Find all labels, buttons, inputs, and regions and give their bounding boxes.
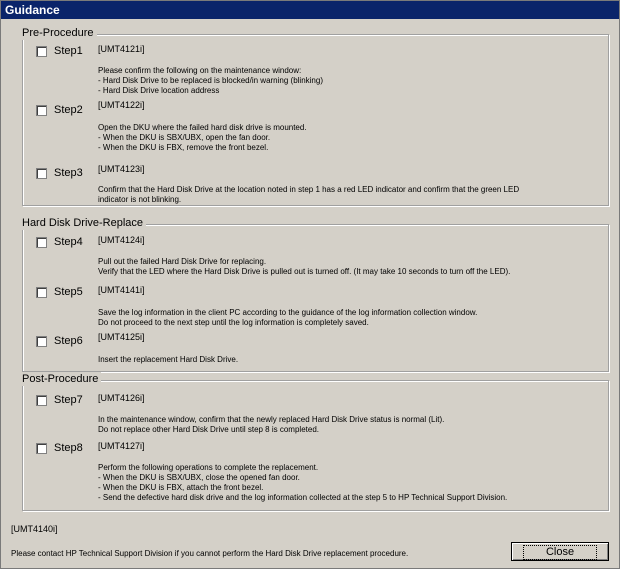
step1-line3: - Hard Disk Drive location address bbox=[98, 86, 220, 95]
step5-line2: Do not proceed to the next step until th… bbox=[98, 318, 369, 327]
step8-line3: - When the DKU is FBX, attach the front … bbox=[98, 483, 264, 492]
step7-label: Step7 bbox=[54, 394, 83, 406]
step6-code: [UMT4125i] bbox=[98, 332, 145, 342]
window-title: Guidance bbox=[1, 1, 619, 19]
step1-code: [UMT4121i] bbox=[98, 44, 145, 54]
step2-code: [UMT4122i] bbox=[98, 100, 145, 110]
step1-label: Step1 bbox=[54, 45, 83, 57]
step2-line1: Open the DKU where the failed hard disk … bbox=[98, 123, 307, 132]
step6-line1: Insert the replacement Hard Disk Drive. bbox=[98, 355, 239, 364]
step7-checkbox[interactable] bbox=[36, 395, 47, 406]
step8-code: [UMT4127i] bbox=[98, 441, 145, 451]
step1-line1: Please confirm the following on the main… bbox=[98, 66, 302, 75]
step3-code: [UMT4123i] bbox=[98, 164, 145, 174]
step3-label: Step3 bbox=[54, 167, 83, 179]
group-pre-procedure: Pre-Procedure Step1 [UMT4121i] Please co… bbox=[22, 26, 609, 206]
step4-label: Step4 bbox=[54, 236, 83, 248]
group-hard-disk-drive-replace: Hard Disk Drive-Replace Step4 [UMT4124i]… bbox=[22, 216, 609, 372]
step7-code: [UMT4126i] bbox=[98, 393, 145, 403]
step7-line1: In the maintenance window, confirm that … bbox=[98, 415, 445, 424]
group-post-procedure: Post-Procedure Step7 [UMT4126i] In the m… bbox=[22, 372, 609, 511]
guidance-window: Guidance Pre-Procedure Step1 [UMT4121i] … bbox=[0, 0, 620, 569]
step4-checkbox[interactable] bbox=[36, 237, 47, 248]
step2-line3: - When the DKU is FBX, remove the front … bbox=[98, 143, 269, 152]
step1-line2: - Hard Disk Drive to be replaced is bloc… bbox=[98, 76, 323, 85]
close-button[interactable]: Close bbox=[511, 542, 609, 561]
step8-checkbox[interactable] bbox=[36, 443, 47, 454]
step5-label: Step5 bbox=[54, 286, 83, 298]
step1-checkbox[interactable] bbox=[36, 46, 47, 57]
step2-label: Step2 bbox=[54, 104, 83, 116]
step4-line2: Verify that the LED where the Hard Disk … bbox=[98, 267, 511, 276]
footer-code: [UMT4140i] bbox=[11, 524, 58, 534]
close-button-label: Close bbox=[522, 545, 598, 560]
step2-checkbox[interactable] bbox=[36, 105, 47, 116]
group-title: Hard Disk Drive-Replace bbox=[22, 216, 147, 230]
step3-line2: indicator is not blinking. bbox=[98, 195, 182, 204]
step8-label: Step8 bbox=[54, 442, 83, 454]
step3-checkbox[interactable] bbox=[36, 168, 47, 179]
step5-line1: Save the log information in the client P… bbox=[98, 308, 478, 317]
step6-label: Step6 bbox=[54, 335, 83, 347]
footer-message: Please contact HP Technical Support Divi… bbox=[11, 549, 409, 558]
step6-checkbox[interactable] bbox=[36, 336, 47, 347]
step8-line1: Perform the following operations to comp… bbox=[98, 463, 319, 472]
step7-line2: Do not replace other Hard Disk Drive unt… bbox=[98, 425, 319, 434]
step5-checkbox[interactable] bbox=[36, 287, 47, 298]
group-title: Post-Procedure bbox=[22, 372, 102, 386]
step3-line1: Confirm that the Hard Disk Drive at the … bbox=[98, 185, 520, 194]
group-title: Pre-Procedure bbox=[22, 26, 97, 40]
step4-line1: Pull out the failed Hard Disk Drive for … bbox=[98, 257, 267, 266]
step4-code: [UMT4124i] bbox=[98, 235, 145, 245]
step8-line2: - When the DKU is SBX/UBX, close the ope… bbox=[98, 473, 300, 482]
step5-code: [UMT4141i] bbox=[98, 285, 145, 295]
step8-line4: - Send the defective hard disk drive and… bbox=[98, 493, 508, 502]
step2-line2: - When the DKU is SBX/UBX, open the fan … bbox=[98, 133, 271, 142]
